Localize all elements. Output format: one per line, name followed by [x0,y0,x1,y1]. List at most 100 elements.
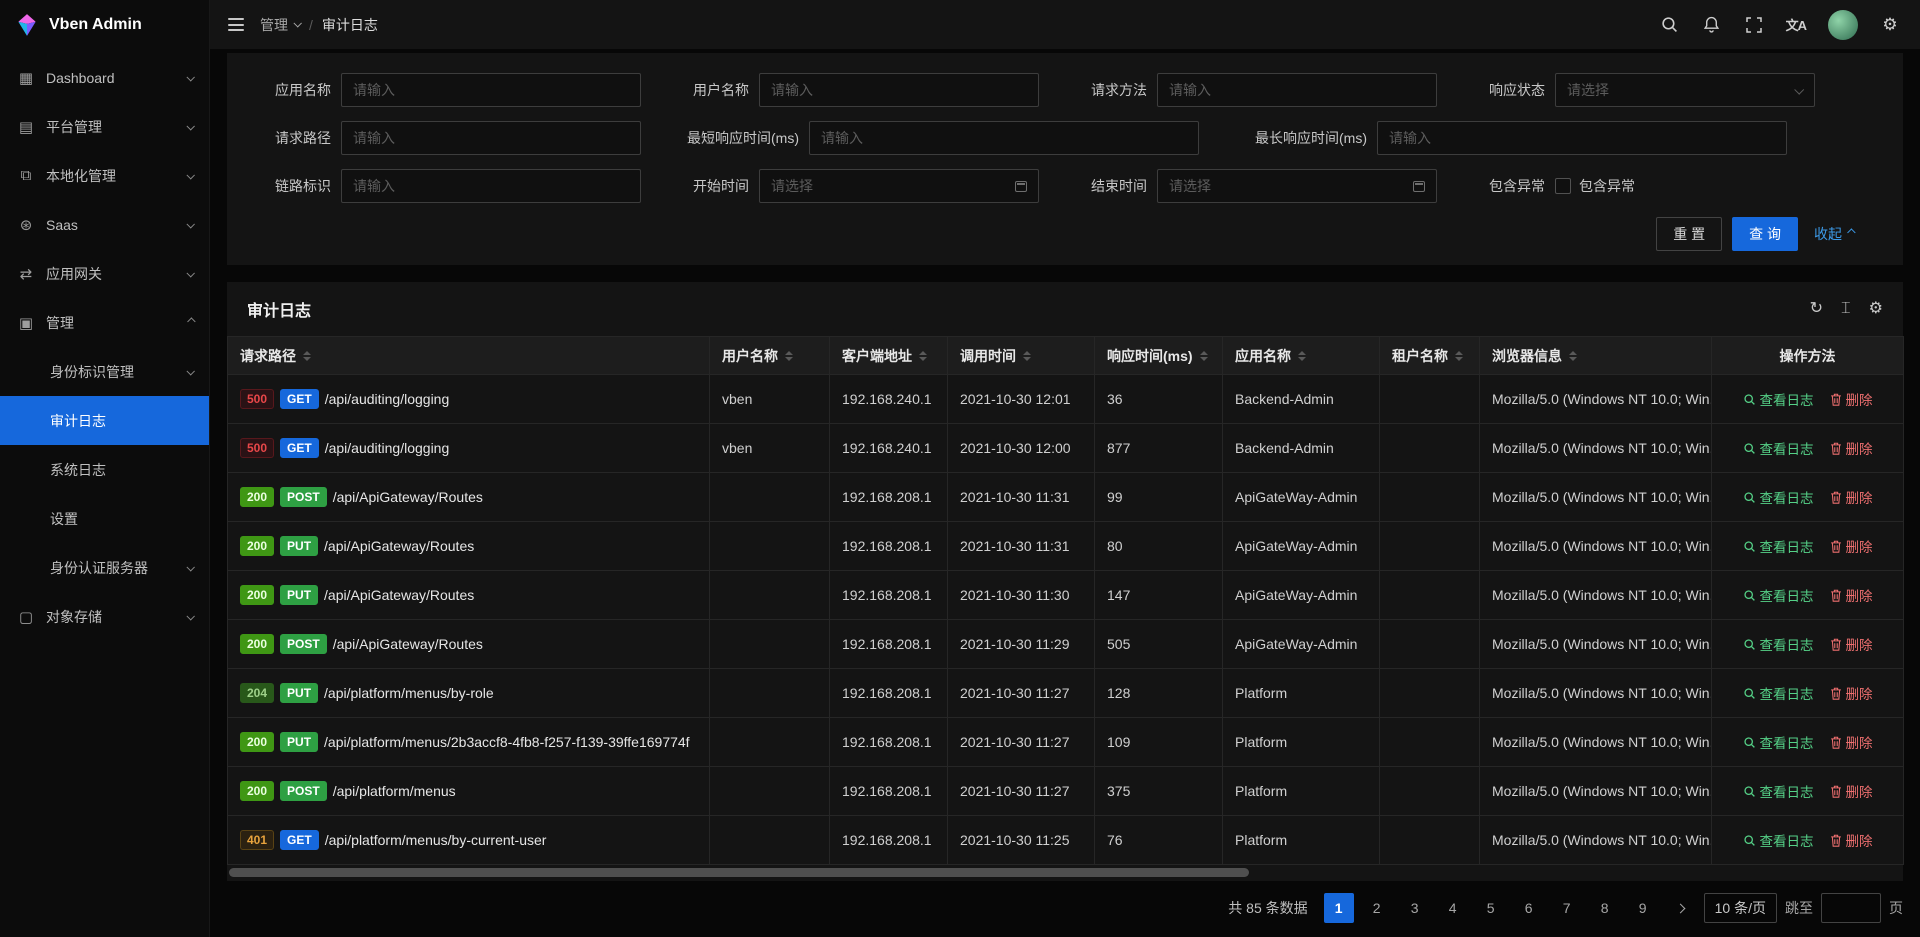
fullscreen-icon[interactable] [1744,14,1764,36]
scrollbar-thumb[interactable] [229,868,1249,877]
cell-browser: Mozilla/5.0 (Windows NT 10.0; Win... [1480,816,1712,865]
search-icon[interactable] [1660,14,1680,36]
view-log-link[interactable]: 查看日志 [1743,585,1814,605]
view-log-link[interactable]: 查看日志 [1743,438,1814,458]
traceId-input[interactable] [341,169,641,203]
delete-link[interactable]: 删除 [1830,732,1873,752]
path-input[interactable] [341,121,641,155]
sidebar-subitem-auth-server[interactable]: 身份认证服务器 [0,543,209,592]
startTime-datepicker[interactable]: 请选择 [759,169,1039,203]
column-header-path[interactable]: 请求路径 [228,337,710,375]
cell-duration: 128 [1095,669,1223,718]
view-log-link[interactable]: 查看日志 [1743,389,1814,409]
view-log-link[interactable]: 查看日志 [1743,536,1814,556]
sidebar-subitem-identity[interactable]: 身份标识管理 [0,347,209,396]
view-log-link[interactable]: 查看日志 [1743,830,1814,850]
delete-link[interactable]: 删除 [1830,683,1873,703]
settings-gear-icon[interactable]: ⚙ [1880,14,1900,36]
page-button-3[interactable]: 3 [1400,893,1430,923]
app-title: Vben Admin [49,16,142,34]
column-header-time[interactable]: 调用时间 [948,337,1095,375]
logo[interactable]: Vben Admin [0,0,209,49]
sidebar-item-dashboard[interactable]: ▦Dashboard [0,53,209,102]
sidebar-item-gateway[interactable]: ⇄应用网关 [0,249,209,298]
page-button-7[interactable]: 7 [1552,893,1582,923]
sidebar-subitem-system-logs[interactable]: 系统日志 [0,445,209,494]
delete-link[interactable]: 删除 [1830,487,1873,507]
column-header-browser[interactable]: 浏览器信息 [1480,337,1712,375]
minTime-input[interactable] [809,121,1199,155]
view-log-link[interactable]: 查看日志 [1743,781,1814,801]
column-header-user[interactable]: 用户名称 [710,337,830,375]
view-log-label: 查看日志 [1760,389,1814,409]
cell-client: 192.168.240.1 [830,424,948,473]
cell-duration: 80 [1095,522,1223,571]
view-log-link[interactable]: 查看日志 [1743,732,1814,752]
page-button-8[interactable]: 8 [1590,893,1620,923]
view-log-label: 查看日志 [1760,585,1814,605]
page-button-9[interactable]: 9 [1628,893,1658,923]
next-page-button[interactable] [1666,893,1696,923]
exception-checkbox[interactable]: 包含异常 [1555,176,1635,196]
view-log-label: 查看日志 [1760,683,1814,703]
table-panel-header: 审计日志 ↻ ⌶ ⚙ [227,282,1903,336]
status-select[interactable]: 请选择 [1555,73,1815,107]
column-header-client[interactable]: 客户端地址 [830,337,948,375]
cell-user: vben [710,424,830,473]
search-button[interactable]: 查 询 [1732,217,1798,251]
column-header-duration[interactable]: 响应时间(ms) [1095,337,1223,375]
sidebar-subitem-settings[interactable]: 设置 [0,494,209,543]
page-button-6[interactable]: 6 [1514,893,1544,923]
avatar[interactable] [1828,10,1858,40]
delete-link[interactable]: 删除 [1830,634,1873,654]
sidebar-item-management[interactable]: ▣管理 [0,298,209,347]
breadcrumb-section[interactable]: 管理 [260,15,300,35]
view-log-link[interactable]: 查看日志 [1743,683,1814,703]
view-log-label: 查看日志 [1760,536,1814,556]
page-size-select[interactable]: 10 条/页 [1704,893,1777,923]
page-button-2[interactable]: 2 [1362,893,1392,923]
userName-input[interactable] [759,73,1039,107]
column-height-icon[interactable]: ⌶ [1841,301,1851,317]
view-log-link[interactable]: 查看日志 [1743,634,1814,654]
filter-field-endTime: 结束时间请选择 [1067,169,1437,203]
column-label: 用户名称 [722,346,778,366]
collapse-link[interactable]: 收起 [1814,224,1853,244]
endTime-datepicker[interactable]: 请选择 [1157,169,1437,203]
reset-button[interactable]: 重 置 [1656,217,1722,251]
sidebar-item-saas[interactable]: ⊛Saas [0,200,209,249]
filter-label: 请求方法 [1067,80,1157,100]
column-header-tenant[interactable]: 租户名称 [1380,337,1480,375]
delete-link[interactable]: 删除 [1830,781,1873,801]
delete-link[interactable]: 删除 [1830,830,1873,850]
appName-input[interactable] [341,73,641,107]
view-log-link[interactable]: 查看日志 [1743,487,1814,507]
filter-label: 链路标识 [251,176,341,196]
filter-row: 链路标识开始时间请选择结束时间请选择包含异常包含异常 [251,169,1879,203]
sidebar-item-object-storage[interactable]: ▢对象存储 [0,592,209,641]
page-button-1[interactable]: 1 [1324,893,1354,923]
delete-link[interactable]: 删除 [1830,389,1873,409]
column-header-app[interactable]: 应用名称 [1223,337,1380,375]
maxTime-input[interactable] [1377,121,1787,155]
jump-page-input[interactable] [1821,893,1881,923]
delete-link[interactable]: 删除 [1830,438,1873,458]
sidebar-item-platform[interactable]: ▤平台管理 [0,102,209,151]
refresh-icon[interactable]: ↻ [1810,301,1823,317]
audit-log-table: 请求路径用户名称客户端地址调用时间响应时间(ms)应用名称租户名称浏览器信息操作… [227,336,1904,865]
sidebar-item-localization[interactable]: ⧉本地化管理 [0,151,209,200]
page-button-5[interactable]: 5 [1476,893,1506,923]
sidebar-subitem-audit-logs[interactable]: 审计日志 [0,396,209,445]
table-settings-icon[interactable]: ⚙ [1869,301,1883,317]
page-button-4[interactable]: 4 [1438,893,1468,923]
delete-link[interactable]: 删除 [1830,536,1873,556]
notification-bell-icon[interactable] [1702,14,1722,36]
filter-field-traceId: 链路标识 [251,169,641,203]
delete-label: 删除 [1846,536,1873,556]
menu-fold-icon[interactable] [228,18,244,31]
translate-icon[interactable]: 文A [1786,14,1806,36]
delete-link[interactable]: 删除 [1830,585,1873,605]
storage-icon: ▢ [16,608,36,626]
method-input[interactable] [1157,73,1437,107]
cell-user [710,669,830,718]
